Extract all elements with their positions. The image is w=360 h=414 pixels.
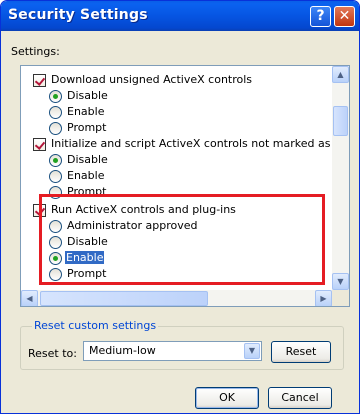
chevron-down-icon[interactable]: ▼ xyxy=(244,343,260,359)
cancel-button[interactable]: Cancel xyxy=(268,387,332,409)
setting-checkmark-icon xyxy=(33,138,46,151)
reset-to-dropdown[interactable]: Medium-low ▼ xyxy=(83,341,262,361)
highlight-box xyxy=(39,194,325,285)
reset-to-label: Reset to: xyxy=(28,347,77,360)
settings-label: Settings: xyxy=(11,45,60,58)
horizontal-scroll-thumb[interactable] xyxy=(40,291,208,306)
setting-initialize-script: Initialize and script ActiveX controls n… xyxy=(51,137,332,150)
scroll-right-button[interactable]: ▶ xyxy=(315,290,332,306)
vertical-scrollbar[interactable]: ▲ ▼ xyxy=(332,66,349,290)
reset-to-value: Medium-low xyxy=(89,344,156,357)
radio-button[interactable] xyxy=(49,90,62,103)
option-label[interactable]: Enable xyxy=(67,168,104,184)
scroll-up-button[interactable]: ▲ xyxy=(332,66,349,83)
option-label[interactable]: Enable xyxy=(67,104,104,120)
option-label[interactable]: Prompt xyxy=(67,120,106,136)
scrollbar-corner xyxy=(332,290,349,306)
reset-group-legend: Reset custom settings xyxy=(32,319,159,332)
radio-button[interactable] xyxy=(49,154,62,167)
reset-button[interactable]: Reset xyxy=(271,341,331,363)
scroll-left-button[interactable]: ◀ xyxy=(21,290,38,306)
vertical-scroll-thumb[interactable] xyxy=(333,106,348,136)
setting-checkmark-icon xyxy=(33,74,46,87)
security-settings-window: Security Settings ? ✕ Settings: Download… xyxy=(0,0,360,414)
ok-button[interactable]: OK xyxy=(195,387,259,409)
close-button[interactable]: ✕ xyxy=(334,6,355,27)
radio-button[interactable] xyxy=(49,122,62,135)
title-bar[interactable]: Security Settings ? ✕ xyxy=(1,1,359,31)
setting-download-unsigned: Download unsigned ActiveX controls xyxy=(51,73,253,86)
window-title: Security Settings xyxy=(8,7,148,23)
option-label[interactable]: Disable xyxy=(67,152,108,168)
radio-button[interactable] xyxy=(49,106,62,119)
scroll-down-button[interactable]: ▼ xyxy=(332,273,349,290)
help-button[interactable]: ? xyxy=(310,6,331,27)
radio-button[interactable] xyxy=(49,170,62,183)
horizontal-scrollbar[interactable]: ◀ ▶ xyxy=(21,290,332,306)
option-label[interactable]: Disable xyxy=(67,88,108,104)
